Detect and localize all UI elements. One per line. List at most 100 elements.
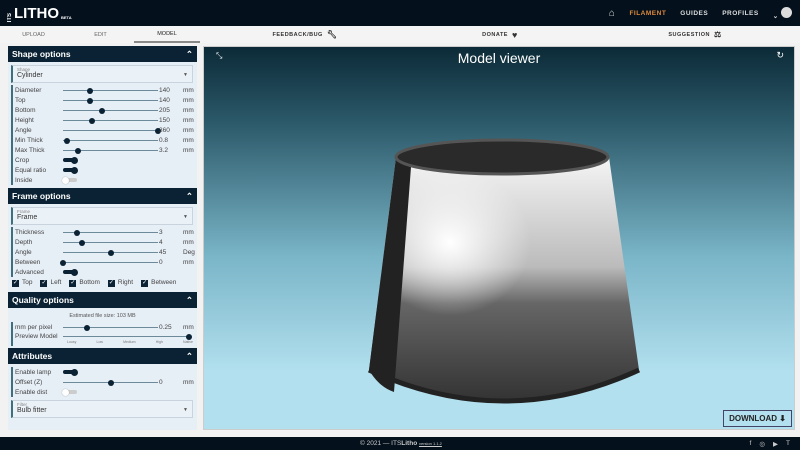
footer: © 2021 — ITSLitho version 1.1.2 f ◎ ▶ T [0, 437, 800, 450]
instagram-icon[interactable]: ◎ [759, 440, 765, 448]
chevron-up-icon: ⌃ [185, 190, 193, 201]
tab-bar: UPLOAD EDIT MODEL FEEDBACK/BUG 🔧︎ DONATE ♥… [0, 26, 800, 43]
attributes-header[interactable]: Attributes ⌃ [8, 348, 197, 364]
wrench-icon: 🔧︎ [326, 30, 338, 39]
slider[interactable] [63, 107, 158, 114]
preview-tick-label: Lousy [67, 340, 77, 344]
slider[interactable] [63, 137, 158, 144]
home-icon[interactable]: ⌂ [609, 8, 616, 19]
slider-handle[interactable] [79, 239, 85, 246]
chevron-up-icon: ⌃ [185, 48, 193, 59]
checkbox-checked-icon: ✓ [141, 280, 149, 287]
offset-slider[interactable] [63, 379, 158, 386]
toggle-switch[interactable] [63, 166, 78, 174]
mm-per-pixel-slider[interactable] [63, 324, 158, 331]
shape-options-header[interactable]: Shape options ⌃ [8, 46, 197, 62]
slider-row-bottom: Bottom 205 mm [11, 105, 197, 115]
slider-row-thickness: Thickness 3 mm [11, 227, 197, 237]
slider[interactable] [63, 87, 158, 94]
suggestion-icon: ⚖ [714, 30, 722, 39]
slider[interactable] [63, 229, 158, 236]
account-menu[interactable]: ⌄ [773, 6, 792, 20]
slider-handle[interactable] [86, 87, 93, 94]
preview-tick-label: Low [96, 340, 103, 344]
advanced-toggle-row: Advanced [11, 267, 197, 277]
slider-handle[interactable] [60, 259, 66, 266]
checkbox-left[interactable]: ✓ Left [40, 279, 61, 287]
donate-link[interactable]: DONATE ♥ [460, 26, 540, 43]
quality-options-header[interactable]: Quality options ⌃ [8, 292, 197, 308]
slider[interactable] [63, 249, 158, 256]
checkbox-checked-icon: ✓ [12, 280, 19, 287]
nav-guides[interactable]: GUIDES [680, 10, 708, 17]
nav-filament[interactable]: FILAMENT [629, 10, 666, 17]
caret-down-icon: ▼ [183, 214, 188, 220]
slider-handle[interactable] [98, 107, 105, 114]
checkbox-checked-icon: ✓ [40, 280, 48, 287]
lampshade-model[interactable] [204, 47, 796, 431]
preview-model-row: Preview Model Lousy Low Medium High Native [11, 332, 197, 346]
slider[interactable] [63, 127, 161, 134]
advanced-toggle[interactable] [63, 268, 78, 276]
slider-row-angle: Angle 45 Deg [11, 247, 197, 257]
filter-select[interactable]: Filter Bulb fitter ▼ [11, 400, 193, 418]
tab-model[interactable]: MODEL [134, 26, 200, 43]
model-viewer[interactable]: Model viewer ⤡ ↻ DOWNLOAD ⬇ [203, 46, 795, 430]
frame-select[interactable]: Frame Frame ▼ [11, 207, 193, 225]
mm-per-pixel-row: mm per pixel 0.25 mm [11, 322, 197, 332]
toggle-row: Crop [11, 155, 197, 165]
slider-handle[interactable] [88, 117, 95, 124]
nav-profiles[interactable]: PROFILES [722, 10, 759, 17]
logo[interactable]: ITS LITHO BETA [7, 5, 72, 22]
suggestion-link[interactable]: SUGGESTION ⚖ [655, 26, 735, 43]
toggle-switch[interactable] [63, 156, 78, 164]
slider-row-between: Between 0 mm [11, 257, 197, 267]
slider[interactable] [63, 147, 158, 154]
offset-row: Offset (Z) 0 mm [11, 377, 197, 387]
toggle-row: Equal ratio [11, 165, 197, 175]
slider-handle[interactable] [107, 249, 114, 256]
checkbox-bottom[interactable]: ✓ Bottom [69, 279, 100, 287]
slider-handle[interactable] [74, 229, 81, 236]
download-button[interactable]: DOWNLOAD ⬇ [723, 410, 792, 427]
frame-options-header[interactable]: Frame options ⌃ [8, 188, 197, 204]
slider[interactable] [63, 97, 158, 104]
preview-model-slider[interactable] [63, 333, 192, 340]
enable-lamp-toggle[interactable] [63, 368, 78, 376]
options-sidebar: Shape options ⌃ Shape Cylinder ▼ Diameter 14… [8, 46, 197, 430]
slider[interactable] [63, 117, 158, 124]
estimated-file-size: Estimated file size: 103 MB [69, 313, 136, 319]
checkbox-top[interactable]: ✓ Top [12, 279, 32, 287]
tab-edit[interactable]: EDIT [67, 26, 134, 43]
slider-row-min-thick: Min Thick 0.8 mm [11, 135, 197, 145]
slider[interactable] [60, 259, 158, 266]
slider-row-top: Top 140 mm [11, 95, 197, 105]
slider-row-max-thick: Max Thick 3.2 mm [11, 145, 197, 155]
preview-tick-label: Native [183, 340, 193, 344]
slider-row-height: Height 150 mm [11, 115, 197, 125]
checkbox-right[interactable]: ✓ Right [107, 279, 133, 287]
youtube-icon[interactable]: ▶ [773, 440, 778, 448]
slider-handle[interactable] [63, 137, 70, 144]
download-icon: ⬇ [779, 414, 786, 423]
preview-tick-label: High [155, 340, 163, 344]
tab-upload[interactable]: UPLOAD [0, 26, 67, 43]
chevron-up-icon: ⌃ [185, 294, 193, 305]
copyright: © 2021 — ITSLitho version 1.1.2 [360, 440, 442, 447]
enable-dist-toggle[interactable] [62, 388, 77, 396]
facebook-icon[interactable]: f [750, 440, 752, 448]
slider-handle[interactable] [75, 147, 82, 154]
slider-row-angle: Angle 360 mm [11, 125, 197, 135]
checkbox-between[interactable]: ✓ Between [141, 279, 176, 287]
slider[interactable] [63, 239, 158, 246]
toggle-switch[interactable] [62, 176, 77, 184]
enable-dist-row: Enable dist [11, 387, 197, 397]
twitter-icon[interactable]: T [786, 440, 790, 448]
top-bar: ITS LITHO BETA ⌂ FILAMENT GUIDES PROFILES … [0, 0, 800, 26]
shape-select[interactable]: Shape Cylinder ▼ [11, 65, 193, 83]
preview-tick-label: Medium [123, 340, 136, 344]
caret-down-icon: ▼ [183, 407, 188, 413]
slider-handle[interactable] [86, 97, 93, 104]
slider-row-diameter: Diameter 140 mm [11, 85, 197, 95]
feedback-link[interactable]: FEEDBACK/BUG 🔧︎ [255, 26, 355, 43]
